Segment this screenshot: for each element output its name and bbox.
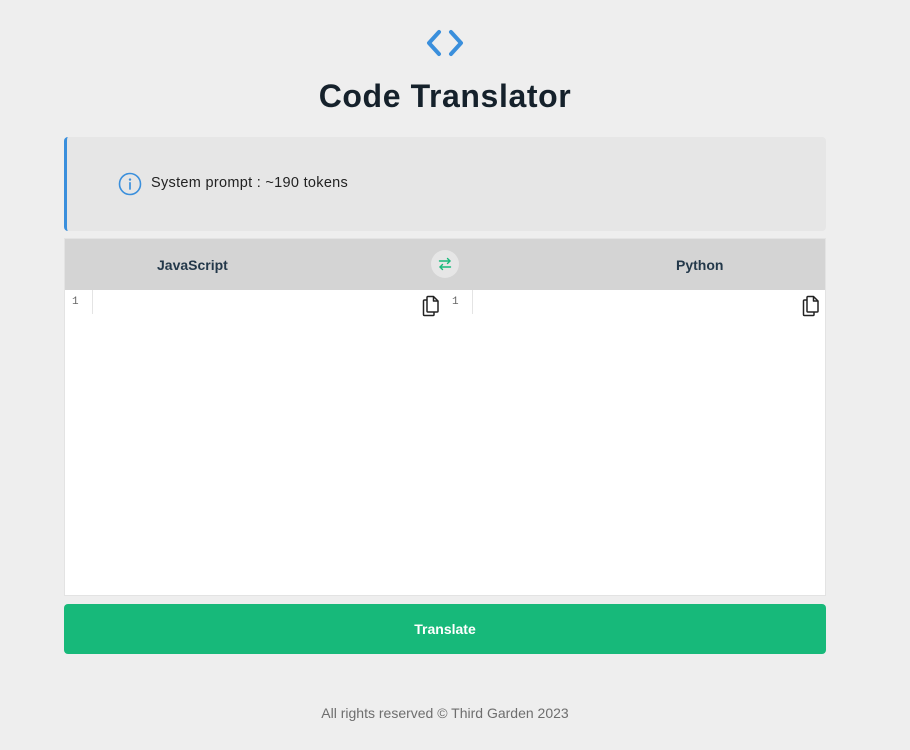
code-brackets-icon [427,30,463,56]
copy-source-button[interactable] [421,295,441,317]
target-code-pane: 1 [445,290,825,595]
source-code-pane: 1 [65,290,445,595]
copy-icon [422,295,439,317]
source-language-selector[interactable]: JavaScript [157,257,228,273]
line-number: 1 [452,296,459,308]
target-language-selector[interactable]: Python [676,257,723,273]
target-code-output[interactable] [475,290,795,590]
swap-languages-button[interactable] [431,250,459,278]
line-gutter: 1 [445,290,473,314]
copy-target-button[interactable] [801,295,821,317]
translate-button[interactable]: Translate [64,604,826,654]
page: Code Translator System prompt : ~190 tok… [0,0,910,750]
page-title: Code Translator [318,78,572,114]
swap-arrows-icon [438,257,452,271]
system-prompt-info: System prompt : ~190 tokens [151,175,349,191]
info-banner: System prompt : ~190 tokens [64,137,826,231]
footer-copyright: All rights reserved © Third Garden 2023 [321,705,569,721]
language-bar: JavaScript Python [65,239,825,290]
info-circle-icon [118,172,142,196]
code-editor: JavaScript Python 1 1 [64,238,826,596]
copy-icon [802,295,819,317]
line-gutter: 1 [65,290,93,314]
line-number: 1 [72,296,79,308]
source-code-input[interactable] [95,290,415,590]
